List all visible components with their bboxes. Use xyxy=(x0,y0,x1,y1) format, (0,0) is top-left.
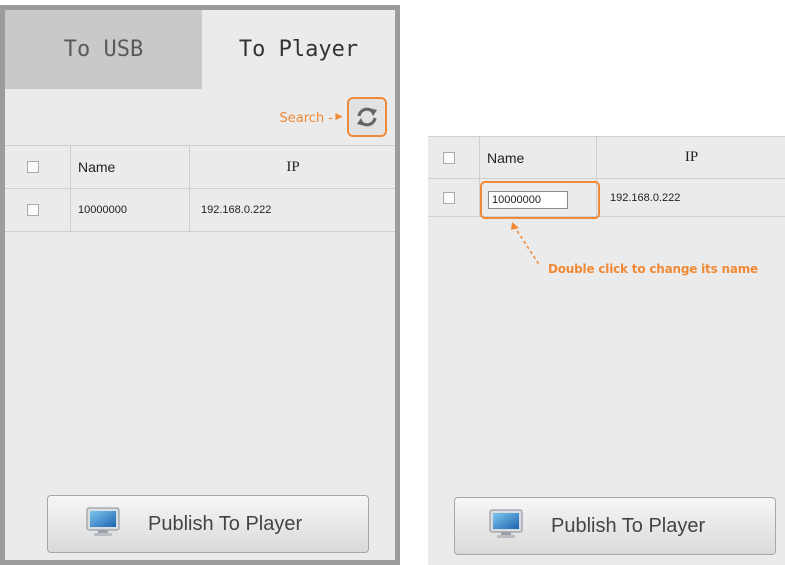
publish-to-player-button[interactable]: Publish To Player xyxy=(454,497,776,555)
name-edit-input[interactable] xyxy=(488,191,568,209)
row-checkbox-cell xyxy=(428,179,480,216)
header-checkbox-cell xyxy=(428,137,480,178)
header-checkbox-cell xyxy=(5,146,71,188)
search-arrow-icon: ► xyxy=(333,109,345,123)
row-ip: 192.168.0.222 xyxy=(610,191,681,204)
table-header: Name IP xyxy=(428,136,785,179)
table-header: Name IP xyxy=(5,146,395,189)
publish-button-label: Publish To Player xyxy=(551,514,706,537)
tab-bar: To USB To Player xyxy=(5,10,395,89)
select-all-checkbox[interactable] xyxy=(443,151,455,164)
search-refresh-button[interactable] xyxy=(347,97,387,137)
search-annotation: Search - xyxy=(279,111,334,126)
header-ip[interactable]: IP xyxy=(191,146,395,188)
tab-to-usb[interactable]: To USB xyxy=(5,10,202,89)
select-all-checkbox[interactable] xyxy=(27,161,39,173)
header-name[interactable]: Name xyxy=(72,146,190,188)
row-name[interactable]: 10000000 xyxy=(72,189,190,231)
annotation-pointer xyxy=(511,222,541,267)
refresh-icon xyxy=(357,107,377,127)
row-checkbox-cell xyxy=(5,189,71,231)
right-panel: Name IP 192.168.0.222 Double click to ch… xyxy=(428,136,785,565)
search-toolbar: Search - ► xyxy=(5,89,395,146)
player-table: Name IP 10000000 192.168.0.222 xyxy=(5,146,395,232)
monitor-icon xyxy=(489,509,523,544)
name-edit-highlight xyxy=(480,181,600,219)
tab-to-player[interactable]: To Player xyxy=(202,10,395,89)
monitor-icon xyxy=(86,507,120,542)
row-ip: 192.168.0.222 xyxy=(201,204,272,216)
row-checkbox[interactable] xyxy=(27,204,39,216)
header-ip[interactable]: IP xyxy=(598,137,785,178)
left-panel-content: To USB To Player Search - ► Name IP 1000… xyxy=(5,10,395,560)
publish-to-player-button[interactable]: Publish To Player xyxy=(47,495,369,553)
header-name[interactable]: Name xyxy=(481,137,597,178)
publish-button-label: Publish To Player xyxy=(148,512,303,535)
double-click-annotation: Double click to change its name xyxy=(548,262,758,276)
table-row[interactable]: 10000000 192.168.0.222 xyxy=(5,189,395,232)
row-checkbox[interactable] xyxy=(443,191,455,204)
left-panel: To USB To Player Search - ► Name IP 1000… xyxy=(0,5,400,565)
